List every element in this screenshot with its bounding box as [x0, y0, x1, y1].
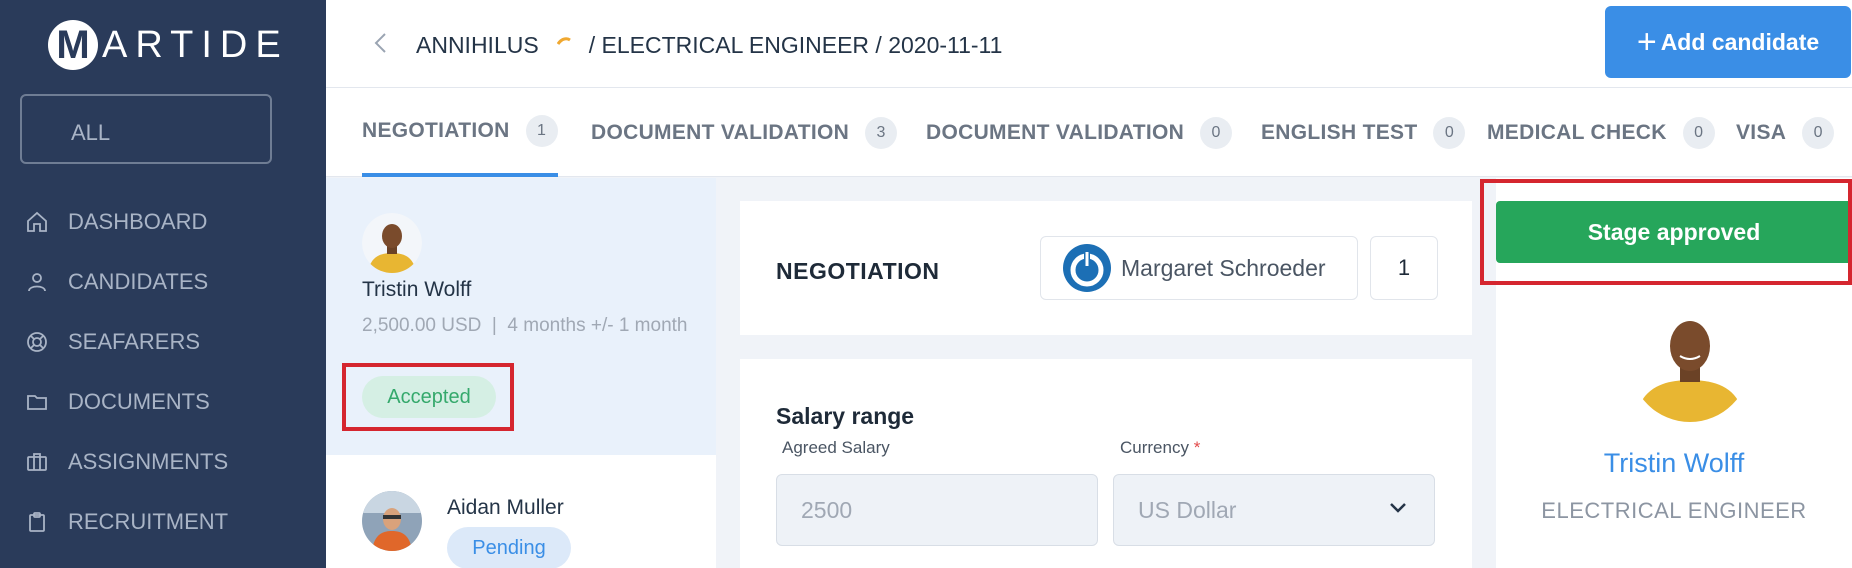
clipboard-icon [24, 509, 50, 535]
profile-role: ELECTRICAL ENGINEER [1541, 498, 1807, 523]
briefcase-icon [24, 449, 50, 475]
tab-visa[interactable]: VISA 0 [1736, 88, 1835, 177]
negotiation-count: 1 [1370, 236, 1438, 300]
tab-count-badge: 0 [1802, 116, 1835, 149]
highlight-box [342, 363, 514, 431]
folder-icon [24, 389, 50, 415]
status-badge-label: Pending [472, 536, 546, 559]
avatar [362, 491, 422, 551]
tab-document-validation-2[interactable]: DOCUMENT VALIDATION 0 [926, 88, 1233, 177]
breadcrumb-company[interactable]: ANNIHILUS [416, 32, 539, 59]
sidebar-item-documents[interactable]: DOCUMENTS [24, 382, 210, 422]
salary-card: Salary range Agreed Salary Currency * 25… [740, 359, 1472, 568]
profile-avatar [1630, 302, 1750, 422]
logo-text: ARTIDE [102, 23, 289, 66]
sidebar-item-label: SEAFARERS [68, 329, 201, 354]
sidebar-item-label: CANDIDATES [68, 269, 209, 294]
avatar [362, 213, 422, 273]
tab-count-badge: 3 [865, 116, 898, 149]
add-candidate-button[interactable]: + Add candidate [1605, 6, 1851, 78]
logo-mark: M [48, 20, 98, 70]
sidebar-item-recruitment[interactable]: RECRUITMENT [24, 502, 228, 542]
breadcrumb-path: / ELECTRICAL ENGINEER / 2020-11-11 [588, 32, 1003, 58]
candidate-duration: 4 months +/- 1 month [507, 315, 688, 336]
candidate-meta: 2,500.00 USD | 4 months +/- 1 month [362, 311, 692, 341]
sidebar-item-seafarers[interactable]: SEAFARERS [24, 322, 200, 362]
sidebar-item-dashboard[interactable]: DASHBOARD [24, 202, 207, 242]
tab-label: ENGLISH TEST [1261, 120, 1418, 144]
tab-label: DOCUMENT VALIDATION [591, 120, 850, 144]
negotiation-card: NEGOTIATION Margaret Schroeder 1 [740, 201, 1472, 335]
candidate-name: Tristin Wolff [362, 278, 472, 301]
sidebar: M ARTIDE ALL DASHBOARD CANDIDATES SEAFAR… [0, 0, 326, 568]
highlight-box [1480, 179, 1852, 285]
lifebuoy-icon [24, 329, 50, 355]
tab-label: NEGOTIATION [362, 118, 510, 142]
tab-count-badge: 0 [1682, 116, 1715, 149]
flag-icon [556, 36, 571, 45]
app-logo[interactable]: M ARTIDE [48, 20, 289, 70]
tab-document-validation[interactable]: DOCUMENT VALIDATION 3 [591, 88, 898, 177]
salary-title: Salary range [776, 403, 915, 429]
chevron-left-icon[interactable] [370, 28, 390, 58]
tab-label: DOCUMENT VALIDATION [926, 120, 1185, 144]
sidebar-item-candidates[interactable]: CANDIDATES [24, 262, 208, 302]
status-badge: Pending [447, 527, 571, 568]
currency-value: US Dollar [1138, 496, 1237, 523]
sidebar-item-assignments[interactable]: ASSIGNMENTS [24, 442, 228, 482]
stage-tabs: NEGOTIATION 1 DOCUMENT VALIDATION 3 DOCU… [326, 88, 1852, 177]
sidebar-item-label: RECRUITMENT [68, 509, 229, 534]
tab-count-badge: 1 [525, 114, 558, 147]
candidate-list: Tristin Wolff 2,500.00 USD | 4 months +/… [326, 178, 716, 568]
tab-negotiation[interactable]: NEGOTIATION 1 [362, 88, 558, 177]
tab-medical-check[interactable]: MEDICAL CHECK 0 [1487, 88, 1715, 177]
user-icon [24, 269, 50, 295]
tab-count-badge: 0 [1200, 116, 1233, 149]
agreed-salary-value: 2500 [801, 496, 853, 523]
candidate-salary: 2,500.00 USD [362, 315, 482, 336]
breadcrumb: ANNIHILUS / ELECTRICAL ENGINEER / 2020-1… [416, 32, 1002, 59]
top-header: ANNIHILUS / ELECTRICAL ENGINEER / 2020-1… [326, 0, 1852, 88]
recruiter-chip[interactable]: Margaret Schroeder [1040, 236, 1358, 300]
candidate-name: Aidan Muller [447, 496, 564, 519]
meta-separator: | [486, 315, 508, 336]
tab-label: VISA [1736, 120, 1787, 144]
home-icon [24, 209, 50, 235]
agreed-salary-label: Agreed Salary [782, 438, 890, 457]
filter-select[interactable]: ALL [20, 94, 272, 164]
currency-select[interactable]: US Dollar [1113, 474, 1435, 546]
sidebar-item-label: DOCUMENTS [68, 389, 210, 414]
chevron-down-icon [1390, 503, 1406, 513]
currency-label-text: Currency [1120, 438, 1189, 457]
currency-label: Currency * [1120, 438, 1200, 458]
profile-name[interactable]: Tristin Wolff [1496, 448, 1852, 479]
tab-count-badge: 0 [1433, 116, 1466, 149]
tab-english-test[interactable]: ENGLISH TEST 0 [1261, 88, 1466, 177]
plus-icon: + [1636, 23, 1657, 61]
sidebar-item-label: ASSIGNMENTS [68, 449, 229, 474]
recruiter-name: Margaret Schroeder [1121, 254, 1326, 281]
agreed-salary-input[interactable]: 2500 [776, 474, 1098, 546]
filter-label: ALL [71, 120, 111, 145]
required-marker: * [1193, 438, 1201, 457]
recruiter-logo-icon [1063, 244, 1111, 292]
add-candidate-label: Add candidate [1660, 28, 1820, 55]
negotiation-title: NEGOTIATION [776, 258, 940, 284]
tab-label: MEDICAL CHECK [1487, 120, 1667, 144]
sidebar-item-label: DASHBOARD [68, 209, 208, 234]
